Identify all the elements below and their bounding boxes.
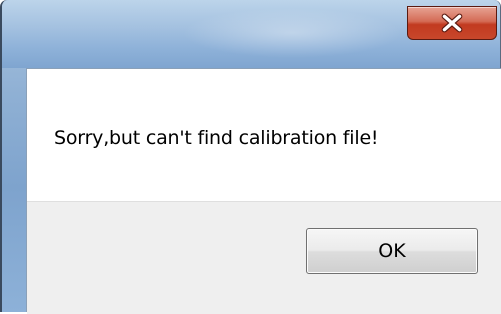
message-text: Sorry,but can't find calibration file! (54, 127, 379, 149)
button-area: OK (27, 201, 501, 314)
title-bar[interactable] (2, 0, 500, 68)
close-icon (441, 13, 463, 33)
ok-button[interactable]: OK (306, 228, 478, 274)
message-area: Sorry,but can't find calibration file! (27, 69, 501, 201)
close-button[interactable] (407, 6, 497, 40)
dialog-window: Sorry,but can't find calibration file! O… (0, 0, 501, 314)
dialog-client-area: Sorry,but can't find calibration file! O… (26, 68, 501, 314)
